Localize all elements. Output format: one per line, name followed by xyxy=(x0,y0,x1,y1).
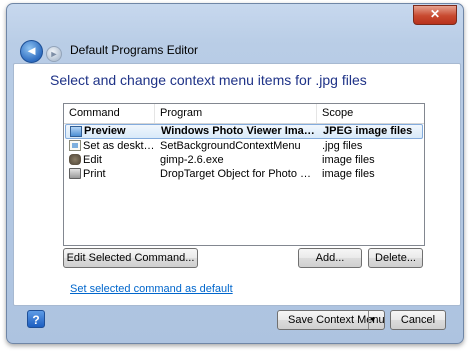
dialog-window: ✕ ◄ ► Default Programs Editor Select and… xyxy=(6,3,464,344)
close-button[interactable]: ✕ xyxy=(413,5,457,25)
back-button[interactable]: ◄ xyxy=(20,40,43,63)
window-title: Default Programs Editor xyxy=(70,43,199,57)
cell-program: Windows Photo Viewer Image Verbs xyxy=(161,125,319,137)
desktop-background-icon xyxy=(69,140,81,151)
photo-viewer-icon xyxy=(70,126,82,137)
cell-scope: .jpg files xyxy=(322,140,363,152)
chevron-down-icon[interactable]: ▼ xyxy=(368,311,384,329)
cell-command: Preview xyxy=(84,125,126,137)
cell-scope: JPEG image files xyxy=(323,125,413,137)
gimp-icon xyxy=(69,154,81,165)
cell-program: DropTarget Object for Photo Printing... xyxy=(160,168,318,180)
cell-scope: image files xyxy=(322,168,375,180)
save-context-menu-button[interactable]: Save Context Menu ▼ xyxy=(277,310,385,330)
list-row-edit[interactable]: Edit gimp-2.6.exe image files xyxy=(65,153,423,167)
help-icon[interactable]: ? xyxy=(27,310,45,328)
context-menu-list[interactable]: Command Program Scope Preview Windows Ph… xyxy=(63,103,425,246)
column-header-program[interactable]: Program xyxy=(155,104,317,123)
set-default-link[interactable]: Set selected command as default xyxy=(70,283,233,295)
dialog-footer: ? Save Context Menu ▼ Cancel xyxy=(7,306,463,343)
list-row-preview[interactable]: Preview Windows Photo Viewer Image Verbs… xyxy=(65,124,423,139)
add-button[interactable]: Add... xyxy=(298,248,362,268)
cell-command: Set as desktop ... xyxy=(83,140,155,152)
navigation-bar: ◄ ► Default Programs Editor xyxy=(7,32,463,66)
column-header-command[interactable]: Command xyxy=(64,104,155,123)
printer-icon xyxy=(69,168,81,179)
cell-command: Print xyxy=(83,168,106,180)
delete-button[interactable]: Delete... xyxy=(368,248,423,268)
cell-command: Edit xyxy=(83,154,102,166)
list-header: Command Program Scope xyxy=(64,104,424,124)
cancel-button[interactable]: Cancel xyxy=(390,310,446,330)
page-heading: Select and change context menu items for… xyxy=(50,72,367,88)
list-row-print[interactable]: Print DropTarget Object for Photo Printi… xyxy=(65,167,423,181)
edit-selected-command-button[interactable]: Edit Selected Command... xyxy=(63,248,198,268)
cell-scope: image files xyxy=(322,154,375,166)
cell-program: SetBackgroundContextMenu xyxy=(160,140,301,152)
content-panel: Select and change context menu items for… xyxy=(13,63,461,306)
cell-program: gimp-2.6.exe xyxy=(160,154,224,166)
list-row-set-desktop[interactable]: Set as desktop ... SetBackgroundContextM… xyxy=(65,139,423,153)
forward-button[interactable]: ► xyxy=(46,46,62,62)
title-bar: ✕ xyxy=(7,4,463,30)
column-header-scope[interactable]: Scope xyxy=(317,104,424,123)
